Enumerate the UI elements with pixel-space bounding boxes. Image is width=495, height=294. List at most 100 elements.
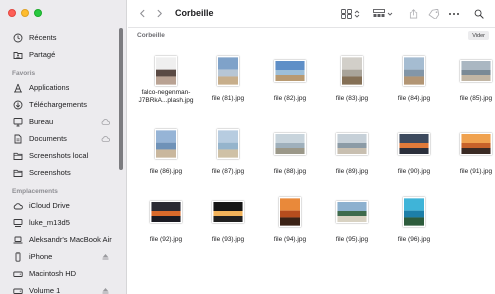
file-item[interactable]: file (91).jpg bbox=[448, 121, 495, 191]
sidebar-item-label: Macintosh HD bbox=[29, 269, 77, 278]
file-item[interactable]: falco-negenman-J7BRkA...plash.jpg bbox=[138, 48, 194, 118]
file-thumbnail-wrap bbox=[200, 121, 256, 167]
empty-trash-button[interactable]: Vider bbox=[468, 31, 489, 40]
hard-drive-icon bbox=[13, 271, 23, 277]
sidebar-scrollbar[interactable] bbox=[119, 28, 123, 170]
file-thumbnail bbox=[217, 56, 239, 86]
file-item[interactable]: file (82).jpg bbox=[262, 48, 318, 118]
group-by-icon bbox=[373, 8, 393, 17]
file-name: file (92).jpg bbox=[149, 236, 183, 243]
tag-button[interactable] bbox=[428, 8, 440, 19]
group-by-button[interactable] bbox=[373, 8, 395, 19]
file-thumbnail-wrap bbox=[324, 121, 380, 167]
file-thumbnail bbox=[403, 197, 425, 227]
sidebar-item-label: Documents bbox=[29, 134, 67, 143]
file-thumbnail bbox=[274, 60, 306, 82]
sidebar-item-r-cents[interactable]: Récents bbox=[0, 29, 126, 46]
clock-icon bbox=[13, 33, 23, 42]
sidebar-item-applications[interactable]: Applications bbox=[0, 79, 126, 96]
file-item[interactable]: file (87).jpg bbox=[200, 121, 256, 191]
sidebar-item-label: luke_m13d5 bbox=[29, 218, 70, 227]
sidebar-item-t-l-chargements[interactable]: Téléchargements bbox=[0, 96, 126, 113]
sidebar-item-aleksandr-s-macbook-air[interactable]: Aleksandr's MacBook Air bbox=[0, 231, 126, 248]
sidebar-item-volume-1[interactable]: Volume 1 bbox=[0, 282, 126, 294]
sidebar-item-label: Applications bbox=[29, 83, 70, 92]
sidebar-item-partag[interactable]: Partagé bbox=[0, 46, 126, 63]
icloud-status-icon bbox=[101, 119, 111, 125]
sidebar-item-iphone[interactable]: iPhone bbox=[0, 248, 126, 265]
more-options-button[interactable] bbox=[448, 8, 460, 19]
file-thumbnail-wrap bbox=[386, 189, 442, 235]
eject-icon bbox=[102, 254, 109, 260]
sidebar-item-label: Screenshots bbox=[29, 168, 71, 177]
zoom-window-button[interactable] bbox=[34, 9, 42, 17]
forward-button[interactable] bbox=[153, 7, 165, 19]
file-thumbnail-wrap bbox=[448, 121, 495, 167]
sidebar-item-screenshots-local[interactable]: Screenshots local bbox=[0, 147, 126, 164]
sidebar-item-label: iPhone bbox=[29, 252, 53, 261]
chevron-right-icon bbox=[157, 9, 162, 17]
back-button[interactable] bbox=[136, 7, 148, 19]
close-window-button[interactable] bbox=[8, 9, 16, 17]
file-thumbnail bbox=[460, 60, 492, 82]
file-thumbnail-wrap bbox=[138, 121, 194, 167]
file-item[interactable]: file (93).jpg bbox=[200, 189, 256, 259]
eject-icon[interactable] bbox=[101, 252, 110, 261]
file-item[interactable]: file (94).jpg bbox=[262, 189, 318, 259]
sidebar-item-macintosh-hd[interactable]: Macintosh HD bbox=[0, 265, 126, 282]
file-item[interactable]: file (95).jpg bbox=[324, 189, 380, 259]
file-thumbnail bbox=[460, 133, 492, 155]
file-thumbnail-wrap bbox=[262, 121, 318, 167]
applications-icon bbox=[13, 83, 23, 93]
sidebar-item-icloud-drive[interactable]: iCloud Drive bbox=[0, 197, 126, 214]
eject-icon bbox=[102, 288, 109, 294]
view-mode-button[interactable] bbox=[341, 8, 361, 19]
hard-drive-icon bbox=[13, 269, 23, 279]
file-name: file (86).jpg bbox=[149, 168, 183, 175]
file-item[interactable]: file (96).jpg bbox=[386, 189, 442, 259]
tag-icon bbox=[428, 8, 440, 19]
share-button[interactable] bbox=[409, 8, 419, 19]
minimize-window-button[interactable] bbox=[21, 9, 29, 17]
file-thumbnail bbox=[398, 133, 430, 155]
file-item[interactable]: file (85).jpg bbox=[448, 48, 495, 118]
file-thumbnail bbox=[403, 56, 425, 86]
iphone-icon bbox=[13, 251, 23, 262]
file-thumbnail bbox=[336, 133, 368, 155]
sidebar-list: Récents Partagé Favoris Applications Télécha… bbox=[0, 29, 126, 294]
file-item[interactable]: file (92).jpg bbox=[138, 189, 194, 259]
sidebar-item-label: Aleksandr's MacBook Air bbox=[29, 235, 112, 244]
file-thumbnail bbox=[341, 56, 363, 86]
sidebar-item-label: Partagé bbox=[29, 50, 56, 59]
network-computer-icon bbox=[13, 218, 23, 228]
applications-icon bbox=[14, 83, 22, 92]
sidebar-item-bureau[interactable]: Bureau bbox=[0, 113, 126, 130]
sidebar-item-label: Screenshots local bbox=[29, 151, 89, 160]
sidebar-item-screenshots[interactable]: Screenshots bbox=[0, 164, 126, 181]
file-thumbnail-wrap bbox=[324, 189, 380, 235]
file-item[interactable]: file (90).jpg bbox=[386, 121, 442, 191]
download-icon bbox=[13, 100, 23, 109]
file-item[interactable]: file (86).jpg bbox=[138, 121, 194, 191]
file-thumbnail-wrap bbox=[386, 48, 442, 94]
eject-icon[interactable] bbox=[101, 286, 110, 294]
sidebar-item-label: Volume 1 bbox=[29, 286, 61, 294]
file-item[interactable]: file (88).jpg bbox=[262, 121, 318, 191]
ellipsis-icon bbox=[449, 12, 459, 15]
file-item[interactable]: file (84).jpg bbox=[386, 48, 442, 118]
search-button[interactable] bbox=[473, 8, 484, 19]
file-thumbnail-wrap bbox=[138, 48, 194, 94]
file-name: file (85).jpg bbox=[459, 95, 493, 102]
laptop-icon bbox=[13, 235, 23, 245]
file-thumbnail bbox=[155, 56, 177, 86]
file-item[interactable]: file (89).jpg bbox=[324, 121, 380, 191]
sidebar-item-documents[interactable]: Documents bbox=[0, 130, 126, 147]
sidebar-item-label: iCloud Drive bbox=[29, 201, 70, 210]
file-name: file (90).jpg bbox=[397, 168, 431, 175]
file-name: file (91).jpg bbox=[459, 168, 493, 175]
path-bar: Corbeille Vider bbox=[128, 28, 495, 44]
file-item[interactable]: file (83).jpg bbox=[324, 48, 380, 118]
sidebar-item-luke-m13d5[interactable]: luke_m13d5 bbox=[0, 214, 126, 231]
file-item[interactable]: file (81).jpg bbox=[200, 48, 256, 118]
desktop-icon bbox=[13, 117, 23, 127]
